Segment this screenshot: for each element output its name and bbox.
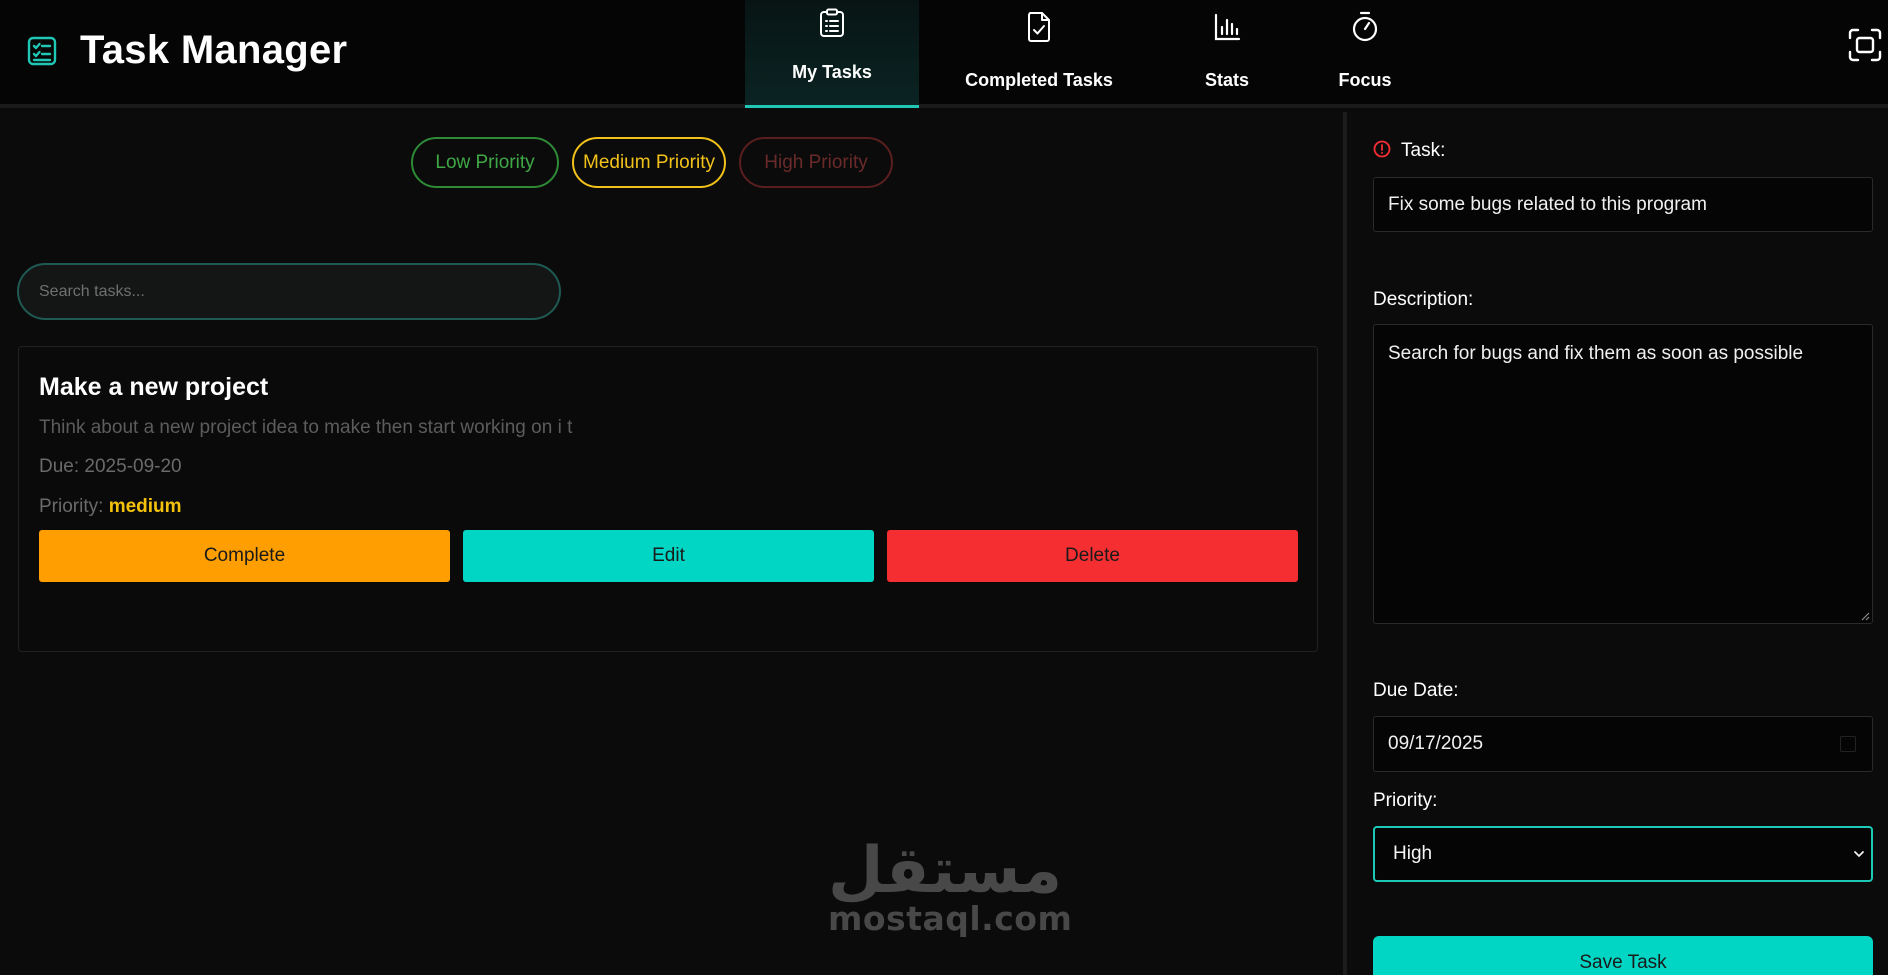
filter-high-priority[interactable]: High Priority bbox=[739, 137, 893, 188]
tab-label: Completed Tasks bbox=[965, 70, 1113, 90]
watermark-arabic: مستقل bbox=[828, 834, 1063, 908]
tab-completed-tasks[interactable]: Completed Tasks bbox=[919, 0, 1159, 108]
due-label: Due: bbox=[39, 456, 80, 477]
task-list-icon bbox=[27, 36, 57, 65]
task-field-value: Fix some bugs related to this program bbox=[1388, 193, 1707, 215]
due-value: 2025-09-20 bbox=[84, 456, 182, 477]
main-nav: My Tasks Completed Tasks Stats Focus bbox=[745, 0, 1435, 108]
alert-circle-icon bbox=[1373, 140, 1391, 158]
chevron-down-icon bbox=[1854, 851, 1864, 857]
search-input[interactable] bbox=[17, 263, 561, 320]
task-field[interactable]: Fix some bugs related to this program bbox=[1373, 177, 1873, 232]
watermark-latin: mostaql.com bbox=[828, 899, 1073, 938]
priority-label: Priority: bbox=[1373, 790, 1438, 811]
app-title: Task Manager bbox=[80, 28, 348, 72]
task-card: Make a new project Think about a new pro… bbox=[18, 346, 1318, 652]
task-title: Make a new project bbox=[39, 373, 269, 401]
description-label: Description: bbox=[1373, 289, 1474, 310]
description-field-value: Search for bugs and fix them as soon as … bbox=[1388, 343, 1804, 364]
tab-label: Focus bbox=[1338, 70, 1392, 90]
task-field-label: Task: bbox=[1373, 140, 1445, 162]
task-actions: Complete Edit Delete bbox=[39, 530, 1298, 582]
description-field[interactable]: Search for bugs and fix them as soon as … bbox=[1373, 324, 1873, 624]
watermark: مستقل mostaql.com bbox=[828, 834, 1073, 938]
resize-grip-icon[interactable] bbox=[1860, 611, 1870, 621]
due-date-value: 09/17/2025 bbox=[1388, 733, 1484, 754]
calendar-icon[interactable] bbox=[1840, 736, 1856, 752]
task-priority: Priority: medium bbox=[39, 496, 182, 518]
task-label-text: Task: bbox=[1401, 140, 1446, 161]
edit-button[interactable]: Edit bbox=[463, 530, 874, 582]
priority-value: medium bbox=[108, 496, 182, 517]
filter-low-priority[interactable]: Low Priority bbox=[411, 137, 559, 188]
fullscreen-icon[interactable] bbox=[1848, 28, 1882, 62]
clipboard-list-icon bbox=[820, 8, 844, 37]
brand: Task Manager bbox=[26, 28, 347, 73]
due-date-label: Due Date: bbox=[1373, 680, 1459, 701]
priority-select[interactable]: High bbox=[1373, 826, 1873, 882]
tab-my-tasks[interactable]: My Tasks bbox=[745, 0, 919, 108]
task-due-date: Due: 2025-09-20 bbox=[39, 456, 182, 478]
file-check-icon bbox=[1028, 12, 1050, 42]
priority-select-value: High bbox=[1393, 843, 1433, 864]
delete-button[interactable]: Delete bbox=[887, 530, 1298, 582]
due-date-field[interactable]: 09/17/2025 bbox=[1373, 716, 1873, 772]
task-description: Think about a new project idea to make t… bbox=[39, 417, 573, 438]
bar-chart-icon bbox=[1214, 13, 1241, 41]
complete-button[interactable]: Complete bbox=[39, 530, 450, 582]
priority-label: Priority: bbox=[39, 496, 104, 517]
tab-focus[interactable]: Focus bbox=[1295, 0, 1435, 108]
panel-divider bbox=[1343, 112, 1347, 975]
tab-label: Stats bbox=[1204, 70, 1249, 90]
save-task-button[interactable]: Save Task bbox=[1373, 936, 1873, 975]
filter-medium-priority[interactable]: Medium Priority bbox=[572, 137, 726, 188]
tab-stats[interactable]: Stats bbox=[1159, 0, 1295, 108]
app-header: Task Manager My Tasks Completed Tasks St… bbox=[0, 0, 1888, 108]
priority-filters: Low Priority Medium Priority High Priori… bbox=[411, 137, 893, 188]
tab-label: My Tasks bbox=[792, 62, 872, 82]
stopwatch-icon bbox=[1352, 11, 1378, 42]
